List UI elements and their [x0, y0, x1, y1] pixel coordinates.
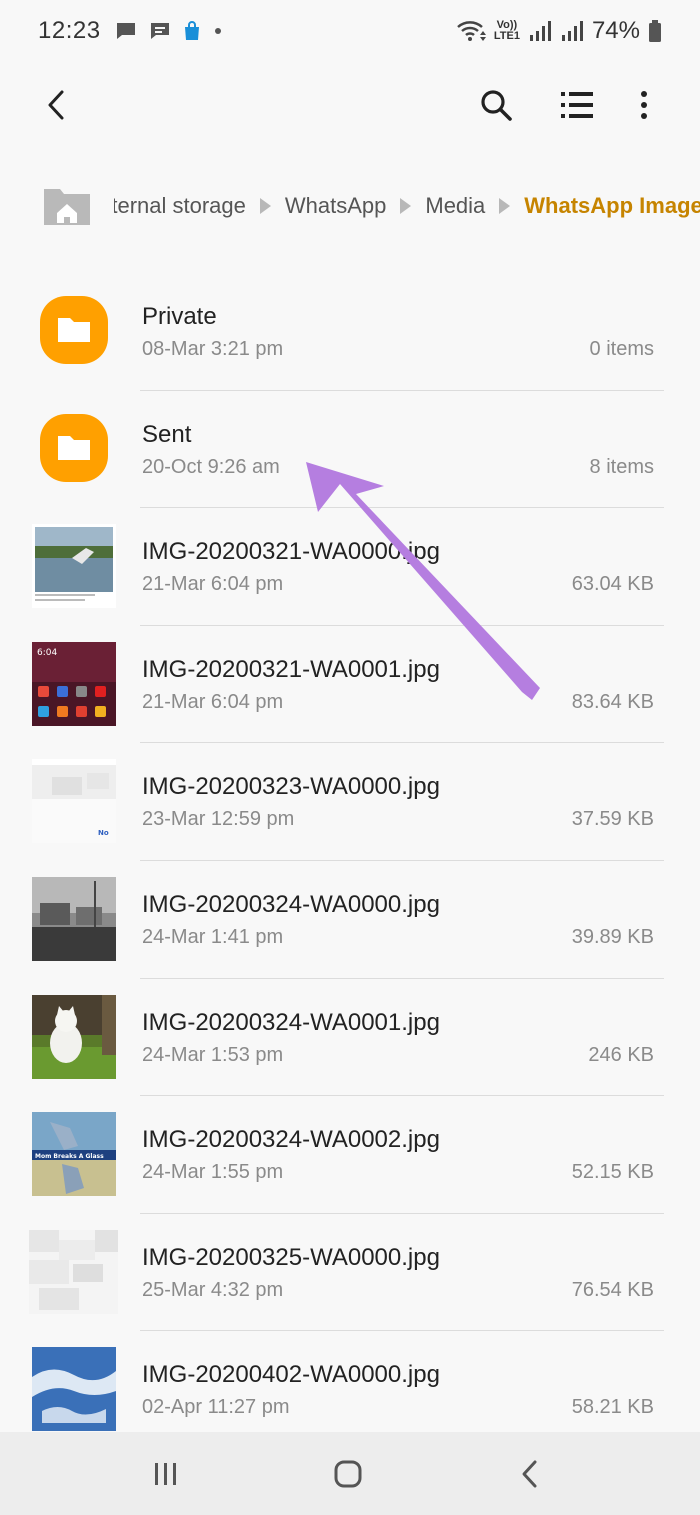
file-name: IMG-20200324-WA0000.jpg [142, 890, 440, 918]
breadcrumb-separator-icon [259, 198, 271, 214]
file-row[interactable]: No IMG-20200323-WA0000.jpg 23-Mar 12:59 … [0, 743, 700, 861]
file-row[interactable]: IMG-20200324-WA0001.jpg 24-Mar 1:53 pm 2… [0, 979, 700, 1097]
recents-icon [155, 1463, 176, 1485]
recents-button[interactable] [144, 1452, 188, 1496]
folder-row[interactable]: Private 08-Mar 3:21 pm 0 items [0, 273, 700, 391]
item-count: 8 items [589, 455, 654, 478]
navigation-bar [0, 1432, 700, 1515]
file-date: 25-Mar 4:32 pm [142, 1278, 284, 1301]
file-size: 83.64 KB [571, 690, 654, 713]
file-size: 37.59 KB [571, 808, 654, 831]
message-icon [116, 23, 135, 39]
list-view-button[interactable] [551, 79, 603, 131]
breadcrumb: Internal storage WhatsApp Media WhatsApp… [0, 170, 700, 242]
file-date: 21-Mar 6:04 pm [142, 690, 284, 713]
more-vert-icon [641, 91, 647, 119]
status-time: 12:23 [38, 17, 101, 44]
breadcrumb-item[interactable]: Media [425, 193, 485, 219]
file-size: 76.54 KB [571, 1278, 654, 1301]
file-name: Private [142, 303, 217, 330]
file-row[interactable]: IMG-20200321-WA0000.jpg 21-Mar 6:04 pm 6… [0, 508, 700, 626]
thumbnail-dialog-button: No [98, 829, 109, 837]
image-thumbnail [32, 994, 116, 1079]
file-name: IMG-20200325-WA0000.jpg [142, 1243, 440, 1271]
thumbnail-meme-caption: Mom Breaks A Glass [35, 1153, 104, 1160]
dot-icon [214, 28, 221, 34]
search-button[interactable] [470, 79, 522, 131]
file-date: 23-Mar 12:59 pm [142, 808, 295, 831]
file-size: 52.15 KB [571, 1161, 654, 1184]
breadcrumb-trail: Internal storage WhatsApp Media WhatsApp… [114, 170, 700, 242]
thumbnail-clock: 6:04 [37, 648, 57, 658]
file-date: 24-Mar 1:41 pm [142, 925, 284, 948]
file-name: IMG-20200324-WA0001.jpg [142, 1008, 440, 1036]
search-icon [481, 90, 512, 121]
folder-icon [40, 413, 108, 482]
breadcrumb-separator-icon [400, 198, 412, 214]
file-size: 39.89 KB [571, 925, 654, 948]
image-thumbnail: 6:04 [32, 641, 116, 726]
file-row[interactable]: 6:04 IMG-20200321-WA0001.jpg 21-Mar 6:04… [0, 626, 700, 744]
file-size: 246 KB [588, 1043, 654, 1066]
status-bar: 12:23 Vo)) LTE1 74% [0, 0, 700, 62]
folder-icon [40, 296, 108, 364]
file-date: 24-Mar 1:53 pm [142, 1043, 284, 1066]
file-row[interactable]: IMG-20200324-WA0000.jpg 24-Mar 1:41 pm 3… [0, 861, 700, 979]
back-icon [522, 1460, 537, 1488]
battery-icon [649, 20, 661, 42]
back-button[interactable] [30, 79, 82, 131]
home-icon [334, 1460, 362, 1488]
image-thumbnail [32, 876, 116, 961]
signal-icon [529, 21, 551, 41]
file-name: IMG-20200402-WA0000.jpg [142, 1361, 440, 1389]
image-thumbnail: Mom Breaks A Glass [32, 1112, 116, 1197]
notification-icons [115, 21, 223, 41]
file-name: IMG-20200321-WA0000.jpg [142, 538, 440, 566]
file-row[interactable]: IMG-20200325-WA0000.jpg 25-Mar 4:32 pm 7… [0, 1214, 700, 1332]
file-name: Sent [142, 420, 192, 448]
nav-back-button[interactable] [508, 1452, 552, 1496]
wifi-icon [457, 21, 486, 41]
shopping-bag-icon [184, 21, 199, 40]
toolbar [0, 62, 700, 148]
home-folder-icon [44, 189, 90, 225]
item-count: 0 items [589, 338, 654, 360]
file-date: 08-Mar 3:21 pm [142, 338, 284, 360]
battery-percent: 74% [591, 17, 640, 44]
image-thumbnail: No [32, 759, 116, 844]
image-thumbnail [29, 1229, 118, 1314]
breadcrumb-home[interactable] [42, 185, 92, 227]
system-icons: Vo)) LTE1 74% [456, 17, 662, 45]
breadcrumb-item[interactable]: WhatsApp [285, 193, 387, 219]
file-size: 58.21 KB [571, 1396, 654, 1419]
file-name: IMG-20200323-WA0000.jpg [142, 773, 440, 801]
file-name: IMG-20200324-WA0002.jpg [142, 1126, 440, 1154]
image-thumbnail [32, 1347, 116, 1432]
file-date: 02-Apr 11:27 pm [142, 1396, 290, 1419]
image-thumbnail [32, 524, 116, 609]
signal-icon [561, 21, 583, 41]
file-date: 20-Oct 9:26 am [142, 455, 280, 478]
back-arrow-icon [48, 90, 64, 120]
file-date: 24-Mar 1:55 pm [142, 1161, 284, 1184]
list-view-icon [561, 92, 593, 118]
breadcrumb-separator-icon [499, 198, 511, 214]
file-row[interactable]: Mom Breaks A Glass IMG-20200324-WA0002.j… [0, 1096, 700, 1214]
breadcrumb-current[interactable]: WhatsApp Images [524, 193, 700, 219]
file-list: Private 08-Mar 3:21 pm 0 items Sent 20-O… [0, 273, 700, 1449]
file-size: 63.04 KB [571, 573, 654, 596]
home-button[interactable] [326, 1452, 370, 1496]
file-date: 21-Mar 6:04 pm [142, 573, 284, 596]
folder-row[interactable]: Sent 20-Oct 9:26 am 8 items [0, 391, 700, 509]
breadcrumb-item[interactable]: Internal storage [114, 193, 246, 219]
volte-indicator: Vo)) LTE1 [494, 20, 520, 42]
chat-icon [150, 23, 169, 39]
volte-line2: LTE1 [493, 30, 520, 42]
file-name: IMG-20200321-WA0001.jpg [142, 655, 440, 683]
more-options-button[interactable] [618, 79, 670, 131]
